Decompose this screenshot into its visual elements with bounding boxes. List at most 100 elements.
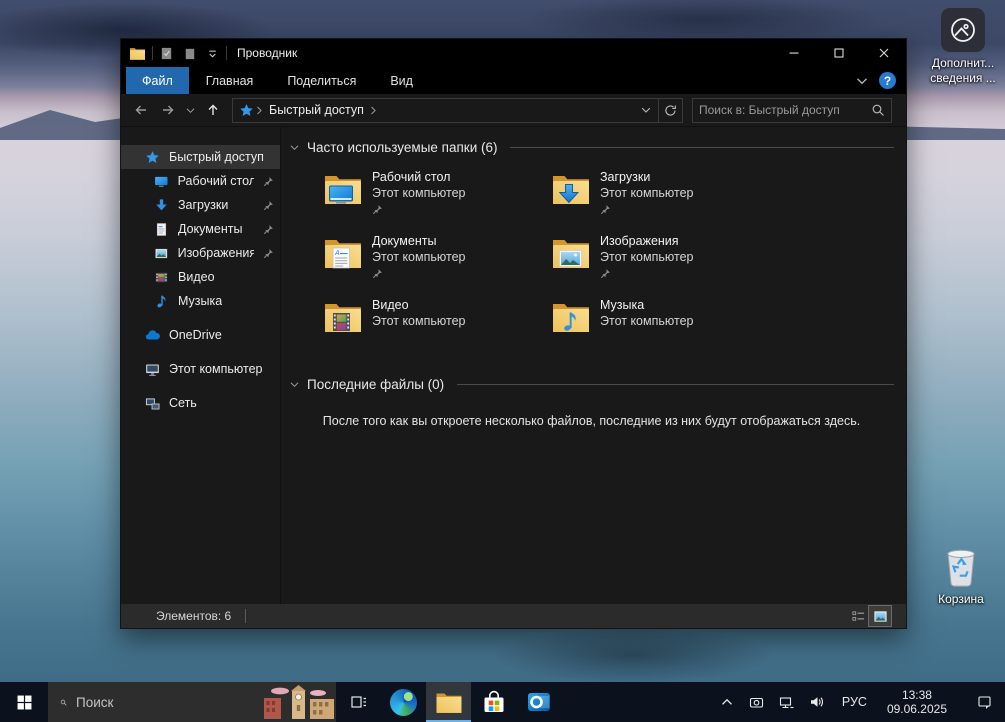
- folder-tile-documents[interactable]: Документы Этот компьютер: [323, 233, 551, 297]
- navigation-bar: Быстрый доступ: [121, 94, 906, 127]
- sidebar-item-pictures[interactable]: Изображения: [121, 241, 280, 265]
- minimize-button[interactable]: [771, 39, 816, 67]
- cloud-icon: [145, 328, 160, 343]
- section-title[interactable]: Часто используемые папки (6): [307, 140, 497, 155]
- section-title[interactable]: Последние файлы (0): [307, 377, 444, 392]
- thumbnail-view-button[interactable]: [869, 606, 891, 626]
- sidebar-item-music[interactable]: Музыка: [121, 289, 280, 313]
- window-controls: [771, 39, 906, 67]
- back-button[interactable]: [129, 98, 153, 122]
- help-button[interactable]: ?: [879, 72, 896, 89]
- desktop-icon-info[interactable]: Дополнит... сведения ...: [920, 8, 1005, 86]
- film-icon: [154, 270, 169, 285]
- taskbar-explorer-button[interactable]: [426, 682, 471, 722]
- task-view-button[interactable]: [336, 682, 381, 722]
- folder-tile-desktop[interactable]: Рабочий стол Этот компьютер: [323, 169, 551, 233]
- quick-access-star-icon: [239, 103, 254, 118]
- explorer-window: Проводник Файл Главная Поделиться Вид ? …: [120, 38, 907, 629]
- taskbar-store-button[interactable]: [471, 682, 516, 722]
- sidebar-item-this-pc[interactable]: Этот компьютер: [121, 357, 280, 381]
- collapse-section-icon[interactable]: [289, 379, 300, 390]
- search-highlight-illustration[interactable]: [262, 682, 336, 722]
- tab-home[interactable]: Главная: [189, 67, 271, 94]
- divider: [152, 46, 153, 60]
- system-tray: РУС 13:38 09.06.2025: [714, 682, 1005, 722]
- chevron-right-icon[interactable]: [368, 105, 379, 116]
- pin-icon: [263, 176, 274, 187]
- edge-icon: [390, 689, 417, 716]
- search-icon: [60, 695, 67, 710]
- explorer-search-box: [692, 98, 892, 123]
- start-button[interactable]: [0, 682, 48, 722]
- close-button[interactable]: [861, 39, 906, 67]
- chevron-right-icon[interactable]: [254, 105, 265, 116]
- recent-locations-icon[interactable]: [183, 98, 198, 122]
- taskbar-outlook-button[interactable]: [516, 682, 561, 722]
- explorer-search-input[interactable]: [699, 103, 871, 117]
- status-bar: Элементов: 6: [121, 604, 906, 628]
- language-indicator[interactable]: РУС: [834, 695, 875, 709]
- refresh-icon[interactable]: [658, 99, 682, 122]
- documents-folder-icon: [323, 235, 363, 271]
- meet-now-icon[interactable]: [744, 682, 770, 722]
- sidebar-item-network[interactable]: Сеть: [121, 391, 280, 415]
- sidebar-item-videos[interactable]: Видео: [121, 265, 280, 289]
- clock-date: 09.06.2025: [887, 702, 947, 716]
- explorer-app-icon: [129, 46, 146, 61]
- folder-tile-music[interactable]: Музыка Этот компьютер: [551, 297, 779, 361]
- title-bar: Проводник: [121, 39, 906, 67]
- maximize-button[interactable]: [816, 39, 861, 67]
- up-button[interactable]: [201, 98, 225, 122]
- address-dropdown-icon[interactable]: [634, 99, 658, 122]
- sidebar-item-quick-access[interactable]: Быстрый доступ: [121, 145, 280, 169]
- divider: [226, 46, 227, 60]
- customize-toolbar-icon[interactable]: [205, 46, 220, 61]
- divider: [510, 147, 894, 148]
- folder-tile-pictures[interactable]: Изображения Этот компьютер: [551, 233, 779, 297]
- divider: [245, 609, 246, 623]
- search-icon[interactable]: [871, 103, 885, 117]
- forward-button[interactable]: [156, 98, 180, 122]
- music-note-icon: [154, 294, 169, 309]
- new-folder-icon[interactable]: [182, 46, 197, 61]
- desktop-icon-label: Корзина: [918, 592, 1004, 607]
- details-view-button[interactable]: [847, 606, 869, 626]
- folder-tile-videos[interactable]: Видео Этот компьютер: [323, 297, 551, 361]
- quick-access-toolbar: [159, 46, 220, 61]
- ribbon-tabs: Файл Главная Поделиться Вид ?: [121, 67, 906, 94]
- sidebar-item-onedrive[interactable]: OneDrive: [121, 323, 280, 347]
- pin-icon: [263, 248, 274, 259]
- volume-icon[interactable]: [804, 682, 830, 722]
- taskbar-clock[interactable]: 13:38 09.06.2025: [879, 688, 955, 716]
- collapse-section-icon[interactable]: [289, 142, 300, 153]
- properties-icon[interactable]: [159, 46, 174, 61]
- pin-icon: [372, 204, 383, 215]
- breadcrumb[interactable]: Быстрый доступ: [269, 103, 364, 117]
- videos-folder-icon: [323, 299, 363, 335]
- desktop-folder-icon: [323, 171, 363, 207]
- taskbar: РУС 13:38 09.06.2025: [0, 682, 1005, 722]
- taskbar-search-input[interactable]: [76, 695, 253, 710]
- tab-file[interactable]: Файл: [126, 67, 189, 94]
- store-icon: [481, 689, 507, 715]
- taskbar-edge-button[interactable]: [381, 682, 426, 722]
- action-center-icon[interactable]: [971, 682, 997, 722]
- network-icon: [145, 396, 160, 411]
- tray-overflow-chevron-icon[interactable]: [714, 682, 740, 722]
- sidebar-item-desktop[interactable]: Рабочий стол: [121, 169, 280, 193]
- desktop-icon: [154, 174, 169, 189]
- content-pane: Часто используемые папки (6) Рабочий сто…: [281, 127, 906, 604]
- tab-view[interactable]: Вид: [373, 67, 430, 94]
- sidebar-item-downloads[interactable]: Загрузки: [121, 193, 280, 217]
- desktop-icon-recycle-bin[interactable]: Корзина: [918, 544, 1004, 607]
- taskbar-search-box[interactable]: [48, 682, 336, 722]
- window-title: Проводник: [237, 46, 297, 60]
- network-tray-icon[interactable]: [774, 682, 800, 722]
- tab-share[interactable]: Поделиться: [270, 67, 373, 94]
- sidebar-item-documents[interactable]: Документы: [121, 217, 280, 241]
- section-recent-files: Последние файлы (0): [289, 377, 894, 392]
- pin-icon: [600, 268, 611, 279]
- address-bar[interactable]: Быстрый доступ: [232, 98, 683, 123]
- folder-tile-downloads[interactable]: Загрузки Этот компьютер: [551, 169, 779, 233]
- expand-ribbon-icon[interactable]: [855, 74, 869, 88]
